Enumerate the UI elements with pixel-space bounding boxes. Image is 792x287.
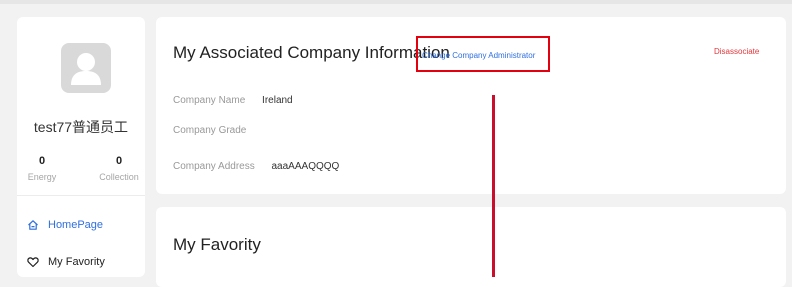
profile-card: test77普通员工 0 Energy 0 Collection HomePag… <box>17 17 145 277</box>
company-name-label: Company Name <box>173 95 246 106</box>
company-info-card: My Associated Company Information Change… <box>156 17 786 194</box>
sidebar-item-my-favority[interactable]: My Favority <box>27 253 105 271</box>
username: test77普通员工 <box>33 119 129 135</box>
favorites-title: My Favority <box>173 235 261 254</box>
company-address-value: aaaAAAQQQQ <box>271 161 340 172</box>
user-icon <box>71 53 101 85</box>
stat-collection-value: 0 <box>115 155 123 167</box>
top-border <box>0 0 792 4</box>
sidebar-item-homepage[interactable]: HomePage <box>27 216 103 234</box>
divider <box>17 195 145 196</box>
stat-energy-label: Energy <box>27 172 57 182</box>
company-grade-row: Company Grade <box>173 125 260 136</box>
company-name-value: Ireland <box>262 95 293 106</box>
annotation-pointer-line <box>492 95 495 277</box>
stat-collection[interactable]: 0 Collection <box>93 155 145 182</box>
change-company-administrator-link[interactable]: Change Company Administrator <box>422 51 535 60</box>
stat-collection-label: Collection <box>99 172 139 182</box>
company-info-title: My Associated Company Information <box>173 43 450 62</box>
company-name-row: Company Name Ireland <box>173 95 293 106</box>
company-address-label: Company Address <box>173 161 255 172</box>
heart-icon <box>27 256 39 268</box>
company-grade-label: Company Grade <box>173 125 247 136</box>
sidebar-item-label: My Favority <box>48 256 105 268</box>
avatar[interactable] <box>61 43 111 93</box>
sidebar-item-label: HomePage <box>48 219 104 231</box>
stat-energy-value: 0 <box>38 155 46 167</box>
company-address-row: Company Address aaaAAAQQQQ <box>173 161 339 172</box>
disassociate-link[interactable]: Disassociate <box>714 47 759 56</box>
stat-energy[interactable]: 0 Energy <box>27 155 57 182</box>
home-icon <box>27 219 39 231</box>
favorites-card: My Favority <box>156 207 786 287</box>
